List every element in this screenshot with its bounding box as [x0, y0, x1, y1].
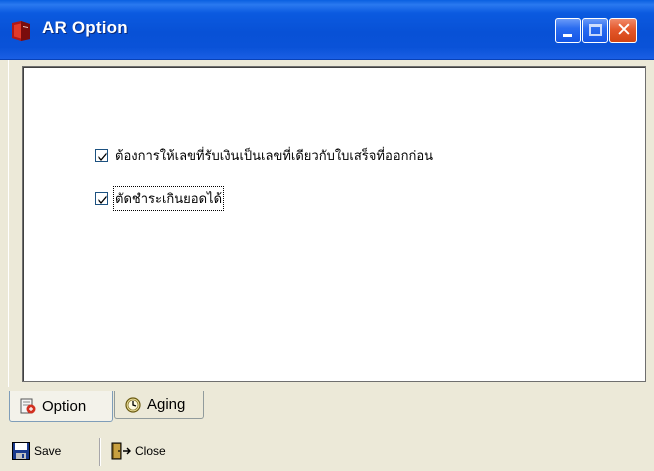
close-icon: ✕	[616, 19, 632, 41]
exit-door-icon	[111, 442, 131, 460]
save-button[interactable]: Save	[11, 440, 61, 462]
bottom-toolbar: Save Close	[0, 430, 654, 471]
minimize-icon	[563, 34, 572, 37]
same-receipt-number-checkbox[interactable]	[95, 148, 108, 162]
app-book-icon	[12, 21, 30, 41]
toolbar-separator	[99, 438, 101, 466]
close-label: Close	[135, 444, 166, 458]
tab-aging[interactable]: Aging	[114, 391, 204, 419]
ar-option-window: AR Option ✕ ต้องการให้เลขที่รับเงินเป็นเ…	[0, 0, 654, 471]
option-allow-overpayment[interactable]: ตัดชำระเกินยอดได้	[95, 185, 225, 211]
option-tab-icon	[20, 398, 36, 414]
window-title: AR Option	[42, 18, 128, 37]
maximize-button[interactable]	[582, 18, 608, 43]
close-window-button[interactable]: ✕	[609, 18, 637, 43]
close-button[interactable]: Close	[110, 440, 166, 462]
tab-aging-label: Aging	[147, 396, 186, 413]
save-label: Save	[34, 444, 62, 458]
option-label: ต้องการให้เลขที่รับเงินเป็นเลขที่เดียวกั…	[115, 148, 434, 164]
option-same-receipt-number[interactable]: ต้องการให้เลขที่รับเงินเป็นเลขที่เดียวกั…	[95, 146, 433, 164]
clock-icon	[125, 396, 141, 413]
tab-option-label: Option	[42, 397, 87, 415]
checkmark-icon	[98, 152, 107, 161]
tab-option[interactable]: Option	[9, 391, 113, 422]
title-bar[interactable]: AR Option ✕	[0, 0, 654, 60]
option-label: ตัดชำระเกินยอดได้	[112, 185, 225, 211]
checkmark-icon	[98, 195, 107, 204]
maximize-icon	[589, 24, 602, 36]
options-panel: ต้องการให้เลขที่รับเงินเป็นเลขที่เดียวกั…	[22, 66, 646, 382]
minimize-button[interactable]	[555, 18, 581, 43]
allow-overpayment-checkbox[interactable]	[95, 191, 108, 205]
floppy-disk-icon	[12, 442, 30, 460]
